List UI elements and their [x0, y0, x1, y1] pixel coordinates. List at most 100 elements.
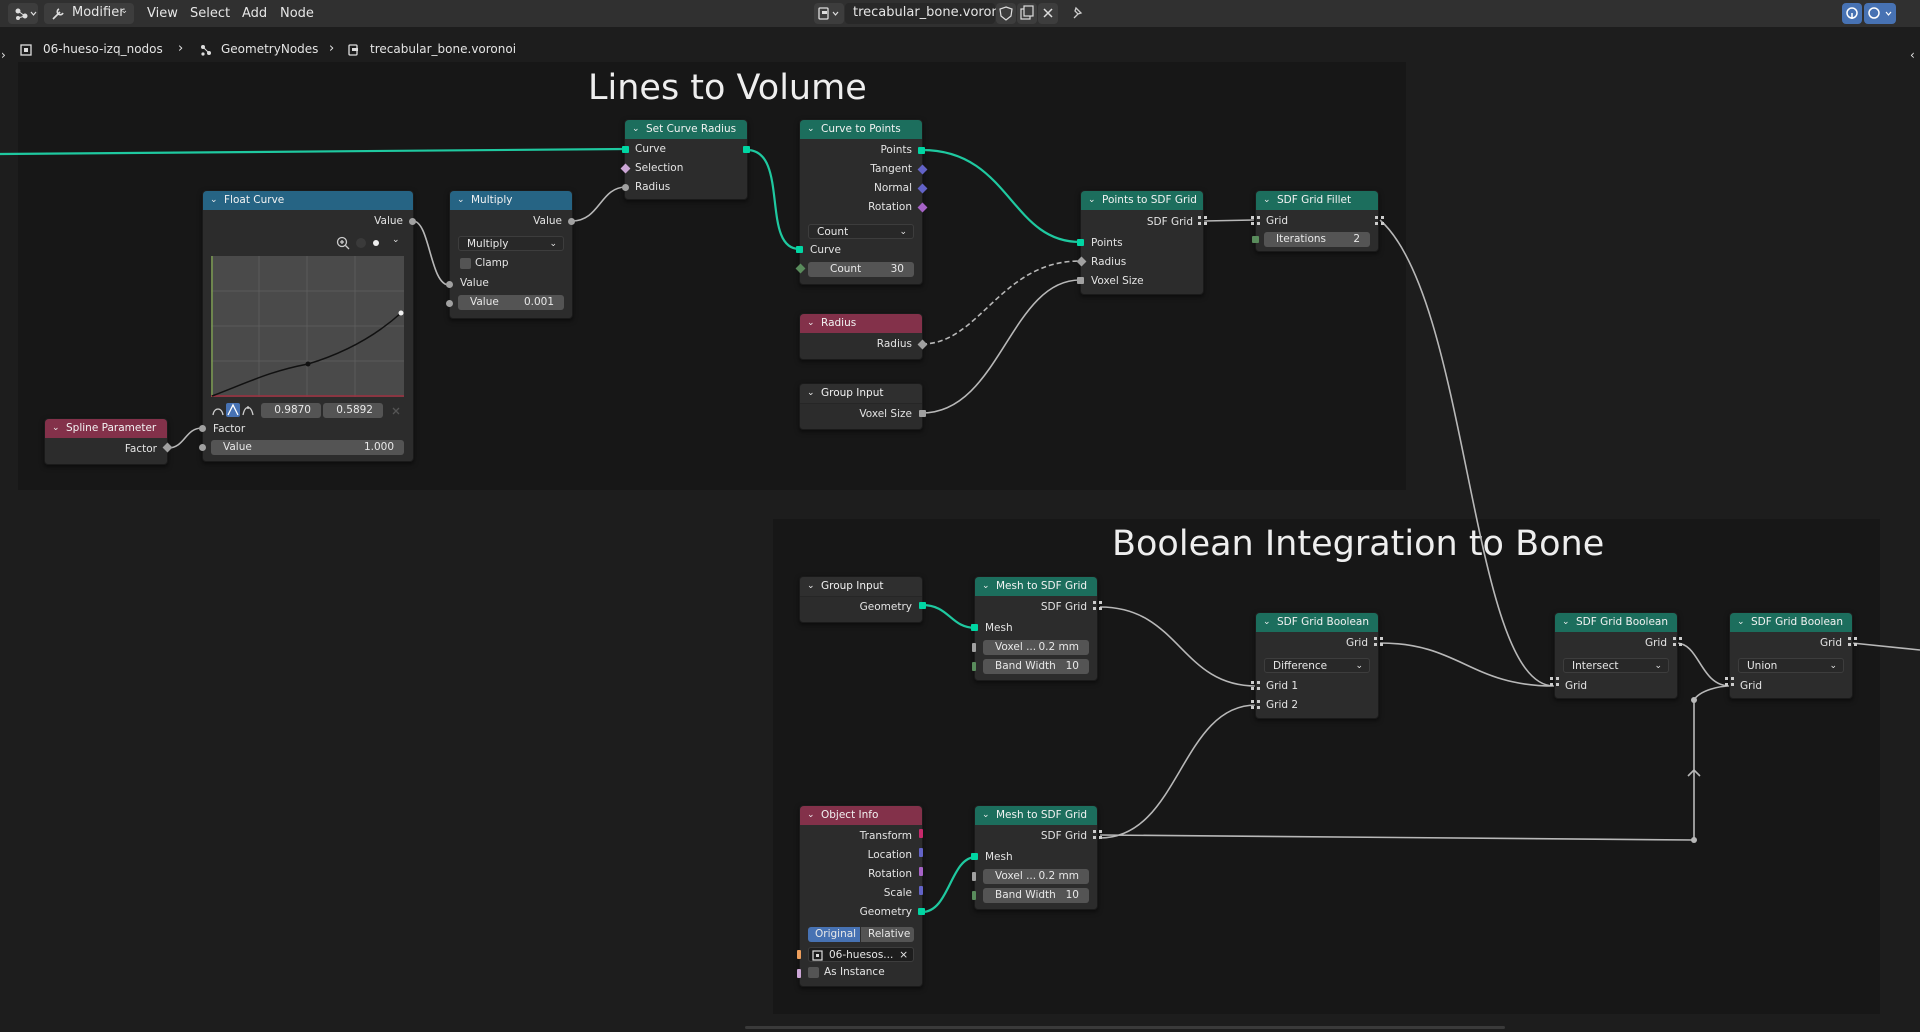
- band-width-field[interactable]: Band Width 10: [983, 888, 1089, 903]
- socket-grid[interactable]: [1375, 216, 1384, 225]
- chevron-down-icon[interactable]: ⌄: [392, 235, 400, 245]
- relative-toggle[interactable]: Relative: [861, 927, 914, 942]
- socket-geometry[interactable]: [971, 624, 978, 631]
- socket-label: Value: [533, 215, 562, 227]
- node-sdf-grid-boolean[interactable]: ⌄ SDF Grid Boolean Grid Union ⌄ Grid: [1729, 612, 1853, 699]
- point-x-field[interactable]: 0.9870: [261, 403, 321, 418]
- zoom-in-icon[interactable]: [336, 236, 350, 250]
- socket-float[interactable]: [919, 410, 926, 417]
- socket-vector[interactable]: [919, 848, 923, 857]
- node-group-input[interactable]: ⌄ Group Input Voxel Size: [799, 383, 923, 430]
- band-width-field[interactable]: Band Width 10: [983, 659, 1089, 674]
- as-instance-checkbox[interactable]: [808, 967, 819, 978]
- socket-float[interactable]: [1077, 277, 1084, 284]
- close-icon[interactable]: ×: [899, 948, 908, 963]
- node-group-input[interactable]: ⌄ Group Input Geometry: [799, 576, 923, 623]
- node-title: Group Input: [821, 387, 884, 399]
- socket-geometry[interactable]: [919, 602, 926, 609]
- socket-rotation[interactable]: [919, 867, 923, 876]
- node-sdf-grid-boolean[interactable]: ⌄ SDF Grid Boolean Grid Difference ⌄ Grid …: [1255, 612, 1379, 719]
- node-sdf-grid-fillet[interactable]: ⌄ SDF Grid Fillet Grid Iterations 2: [1255, 190, 1379, 252]
- socket-matrix[interactable]: [919, 829, 923, 838]
- socket-object[interactable]: [797, 950, 801, 959]
- socket-float[interactable]: [199, 444, 206, 451]
- socket-float[interactable]: [568, 218, 575, 225]
- socket-geometry[interactable]: [796, 246, 803, 253]
- voxel-size-field[interactable]: Voxel ... 0.2 mm: [983, 869, 1089, 884]
- node-radius[interactable]: ⌄ Radius Radius: [799, 313, 923, 360]
- socket-int[interactable]: [972, 662, 976, 671]
- node-spline-parameter[interactable]: ⌄ Spline Parameter Factor: [44, 418, 168, 465]
- socket-grid[interactable]: [1251, 216, 1260, 225]
- socket-int[interactable]: [972, 891, 976, 900]
- node-object-info[interactable]: ⌄ Object Info Transform Location Rotation…: [799, 805, 923, 987]
- count-field[interactable]: Count 30: [808, 262, 914, 277]
- socket-geometry[interactable]: [1077, 239, 1084, 246]
- socket-float[interactable]: [622, 184, 629, 191]
- node-mesh-to-sdf-grid[interactable]: ⌄ Mesh to SDF Grid SDF Grid Mesh Voxel ..…: [974, 805, 1098, 910]
- operation-dropdown[interactable]: Intersect ⌄: [1563, 658, 1669, 673]
- socket-bool[interactable]: [797, 969, 801, 978]
- socket-grid[interactable]: [1093, 601, 1102, 610]
- link-float: [921, 260, 1081, 345]
- handle-free-icon[interactable]: [241, 403, 255, 417]
- socket-vector[interactable]: [919, 886, 923, 895]
- handle-vector-icon[interactable]: [226, 403, 240, 417]
- node-title: Mesh to SDF Grid: [996, 580, 1088, 592]
- node-multiply[interactable]: ⌄ Multiply Value Multiply ⌄ Clamp Value Va…: [449, 190, 573, 319]
- node-mesh-to-sdf-grid[interactable]: ⌄ Mesh to SDF Grid SDF Grid Mesh Voxel ..…: [974, 576, 1098, 681]
- operation-dropdown[interactable]: Multiply ⌄: [458, 236, 564, 251]
- socket-grid[interactable]: [1550, 677, 1559, 692]
- operation-dropdown[interactable]: Union ⌄: [1738, 658, 1844, 673]
- socket-label: Curve: [810, 244, 841, 256]
- point-y-field[interactable]: 0.5892: [323, 403, 383, 418]
- node-sdf-grid-boolean[interactable]: ⌄ SDF Grid Boolean Grid Intersect ⌄ Grid: [1554, 612, 1678, 699]
- value-field[interactable]: Value 0.001: [458, 295, 564, 310]
- socket-float[interactable]: [446, 300, 453, 307]
- operation-dropdown[interactable]: Difference ⌄: [1264, 658, 1370, 673]
- chevron-down-icon: ⌄: [982, 810, 990, 820]
- chevron-down-icon: ⌄: [807, 318, 815, 328]
- socket-grid[interactable]: [1673, 637, 1682, 646]
- socket-float[interactable]: [972, 643, 976, 652]
- object-field[interactable]: 06-huesos... ×: [808, 947, 914, 962]
- socket-grid[interactable]: [1251, 681, 1260, 690]
- node-curve-to-points[interactable]: ⌄ Curve to Points Points Tangent Normal R…: [799, 119, 923, 285]
- socket-int[interactable]: [1252, 236, 1259, 243]
- socket-geometry[interactable]: [971, 853, 978, 860]
- socket-geometry[interactable]: [918, 147, 925, 154]
- socket-geometry[interactable]: [743, 146, 750, 153]
- horizontal-scrollbar[interactable]: [745, 1026, 1505, 1029]
- socket-grid[interactable]: [1374, 637, 1383, 646]
- socket-label: Voxel Size: [1091, 275, 1144, 287]
- socket-geometry[interactable]: [918, 908, 925, 915]
- node-float-curve[interactable]: ⌄ Float Curve Value ⌄ 0.9870 0.5892 Facto…: [202, 190, 414, 462]
- handle-auto-icon[interactable]: [211, 403, 225, 417]
- dot-icon[interactable]: [369, 236, 383, 250]
- link-geometry: [921, 855, 977, 914]
- socket-float[interactable]: [972, 872, 976, 881]
- socket-grid[interactable]: [1251, 700, 1260, 709]
- value-field[interactable]: Value 1.000: [211, 440, 404, 455]
- socket-grid[interactable]: [1725, 677, 1734, 692]
- socket-float[interactable]: [199, 425, 206, 432]
- socket-label: Value: [460, 277, 489, 289]
- node-set-curve-radius[interactable]: ⌄ Set Curve Radius Curve Selection Radius: [624, 119, 748, 200]
- iterations-field[interactable]: Iterations 2: [1264, 232, 1370, 247]
- socket-float[interactable]: [446, 281, 453, 288]
- socket-label: Factor: [213, 423, 246, 435]
- node-points-to-sdf-grid[interactable]: ⌄ Points to SDF Grid SDF Grid Points Radi…: [1080, 190, 1204, 295]
- socket-grid[interactable]: [1093, 830, 1102, 839]
- socket-grid[interactable]: [1198, 216, 1207, 225]
- zoom-out-icon[interactable]: [354, 236, 368, 250]
- clamp-checkbox[interactable]: [460, 258, 471, 269]
- socket-float[interactable]: [409, 218, 416, 225]
- socket-geometry[interactable]: [622, 146, 629, 153]
- close-icon[interactable]: [389, 404, 403, 418]
- socket-grid[interactable]: [1848, 637, 1857, 646]
- voxel-size-field[interactable]: Voxel ... 0.2 mm: [983, 640, 1089, 655]
- mode-dropdown[interactable]: Count ⌄: [808, 224, 914, 239]
- original-toggle[interactable]: Original: [808, 927, 860, 942]
- curve-graph[interactable]: [211, 256, 404, 397]
- socket-label: Mesh: [985, 622, 1013, 634]
